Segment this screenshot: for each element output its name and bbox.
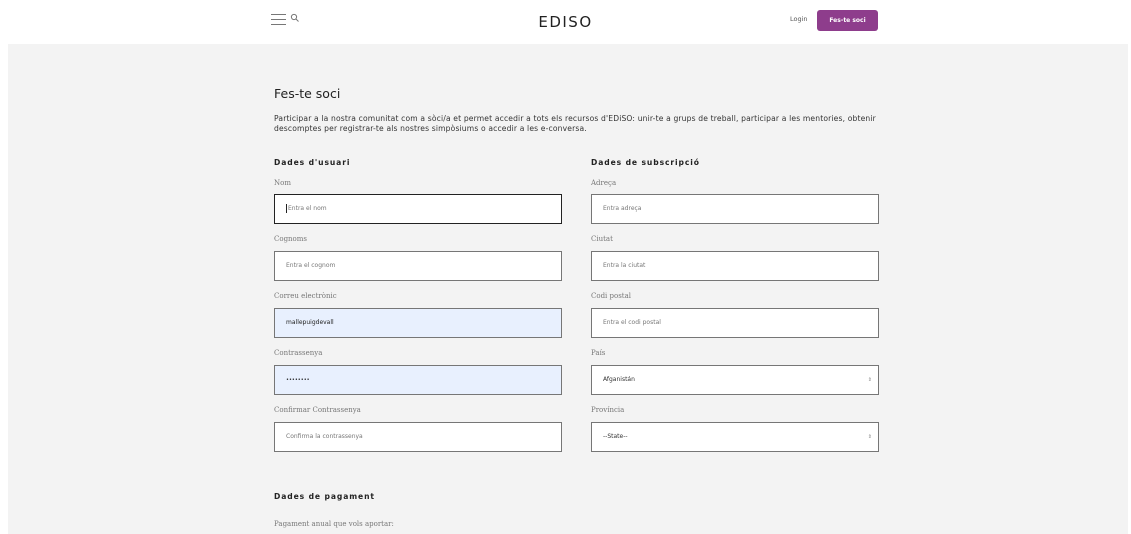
text-cursor: [286, 204, 287, 213]
confirm-password-input[interactable]: Confirma la contrassenya: [274, 422, 562, 452]
postal-code-label: Codi postal: [591, 292, 632, 300]
select-arrows-icon: ⇕: [867, 377, 872, 383]
province-value: --State--: [603, 433, 628, 440]
password-input[interactable]: ••••••••: [274, 365, 562, 395]
email-input[interactable]: mallepuigdevall: [274, 308, 562, 338]
page-title: Fes-te soci: [274, 86, 341, 101]
confirm-password-label: Confirmar Contrassenya: [274, 406, 361, 414]
registration-page: Fes-te soci Participar a la nostra comun…: [8, 44, 1128, 534]
country-select[interactable]: Afganistán ⇕: [591, 365, 879, 395]
name-input[interactable]: Entra el nom: [274, 194, 562, 224]
user-data-heading: Dades d'usuari: [274, 158, 351, 167]
payment-data-heading: Dades de pagament: [274, 492, 375, 501]
address-input[interactable]: Entra adreça: [591, 194, 879, 224]
province-label: Província: [591, 406, 625, 414]
password-label: Contrassenya: [274, 349, 323, 357]
country-value: Afganistán: [603, 376, 635, 383]
intro-text: Participar a la nostra comunitat com a s…: [274, 114, 876, 133]
surname-label: Cognoms: [274, 235, 308, 243]
top-navigation-bar: EDISO Login Fes-te soci: [0, 0, 1131, 44]
select-arrows-icon: ⇕: [867, 434, 872, 440]
city-input[interactable]: Entra la ciutat: [591, 251, 879, 281]
name-label: Nom: [274, 179, 291, 187]
address-label: Adreça: [591, 179, 617, 187]
city-label: Ciutat: [591, 235, 613, 243]
site-logo[interactable]: EDISO: [0, 13, 1131, 31]
subscription-data-heading: Dades de subscripció: [591, 158, 700, 167]
join-button[interactable]: Fes-te soci: [817, 10, 878, 31]
country-label: País: [591, 349, 606, 357]
email-label: Correu electrònic: [274, 292, 337, 300]
surname-input[interactable]: Entra el cognom: [274, 251, 562, 281]
province-select[interactable]: --State-- ⇕: [591, 422, 879, 452]
postal-code-input[interactable]: Entra el codi postal: [591, 308, 879, 338]
annual-payment-label: Pagament anual que vols aportar:: [274, 520, 394, 528]
login-link[interactable]: Login: [790, 15, 808, 23]
